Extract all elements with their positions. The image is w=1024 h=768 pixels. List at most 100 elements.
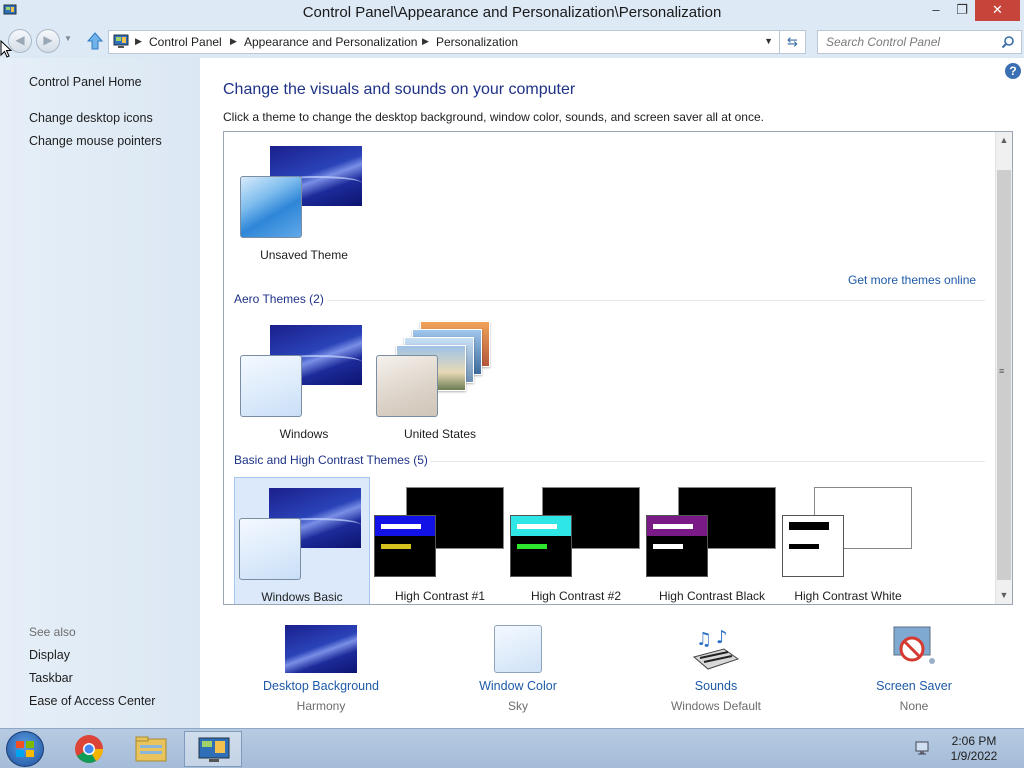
scrollbar-grip-icon: ≡ [999,366,1005,376]
theme-name: United States [403,427,477,441]
theme-name: Windows [279,427,329,441]
close-button[interactable]: ✕ [975,0,1020,21]
back-arrow-icon: ◀ [15,33,25,47]
page-description: Click a theme to change the desktop back… [223,110,764,124]
theme-high-contrast-2[interactable]: High Contrast #2 [508,477,644,603]
theme-color-swatch [240,176,302,238]
folder-icon [135,736,167,762]
change-desktop-icons-link[interactable]: Change desktop icons [29,111,153,125]
sidebar: Control Panel Home Change desktop icons … [0,58,200,728]
window-color-icon [494,625,542,673]
aero-themes-heading: Aero Themes (2) [234,292,324,306]
setting-label[interactable]: Sounds [636,679,796,693]
theme-color-swatch [646,515,708,577]
main-content: ? Change the visuals and sounds on your … [200,58,1024,728]
refresh-button[interactable]: ⇆ [780,30,806,54]
search-box[interactable] [817,30,1022,54]
theme-color-swatch [239,518,301,580]
forward-arrow-icon: ▶ [43,33,53,47]
svg-text:♪: ♪ [716,627,728,648]
theme-windows[interactable]: Windows [236,315,372,441]
theme-united-states[interactable]: United States [372,315,508,441]
window-title: Control Panel\Appearance and Personaliza… [302,4,722,21]
themes-scrollbar[interactable]: ▲ ≡ ▼ [995,132,1012,604]
theme-name: High Contrast #2 [530,589,622,603]
basic-themes-heading: Basic and High Contrast Themes (5) [234,453,428,467]
theme-color-swatch [376,355,438,417]
setting-value: Sky [507,699,528,713]
setting-label[interactable]: Screen Saver [834,679,994,693]
breadcrumb-separator-icon[interactable]: ▶ [230,36,237,47]
theme-high-contrast-white[interactable]: High Contrast White [780,477,916,603]
sounds-setting[interactable]: ♫ ♪ Sounds Windows Default [636,623,796,718]
screen-saver-icon [893,626,935,664]
theme-high-contrast-black[interactable]: High Contrast Black [644,477,780,603]
theme-color-swatch [782,515,844,577]
theme-name: Unsaved Theme [260,248,348,262]
see-also-heading: See also [29,625,76,639]
mouse-cursor-icon [0,40,12,58]
theme-name: Windows Basic [261,590,343,604]
address-bar[interactable]: ▶ Control Panel ▶ Appearance and Persona… [108,30,780,54]
theme-name: High Contrast Black [658,589,766,603]
setting-value: None [899,699,929,713]
setting-value: Windows Default [670,699,762,713]
scroll-down-icon[interactable]: ▼ [996,587,1012,604]
themes-list[interactable]: Unsaved Theme Get more themes online Aer… [223,131,1013,605]
desktop-background-setting[interactable]: Desktop Background Harmony [241,623,401,718]
breadcrumb-separator-icon[interactable]: ▶ [422,36,429,47]
sounds-icon: ♫ ♪ [692,627,740,670]
window-color-setting[interactable]: Window Color Sky [438,623,598,718]
ease-of-access-center-link[interactable]: Ease of Access Center [29,694,155,708]
theme-windows-basic[interactable]: Windows Basic [234,477,370,604]
clock-date: 1/9/2022 [950,749,998,763]
theme-name: High Contrast White [794,589,902,603]
screen-saver-setting[interactable]: Screen Saver None [834,623,994,718]
setting-label[interactable]: Desktop Background [241,679,401,693]
theme-name: High Contrast #1 [394,589,486,603]
maximize-button[interactable]: ❐ [949,0,975,21]
breadcrumb-personalization[interactable]: Personalization [436,35,518,49]
navigation-bar: ◀ ▶ ▼ ▶ Control Panel ▶ Appearance and P… [0,26,1024,56]
refresh-icon: ⇆ [787,34,798,49]
breadcrumb-control-panel[interactable]: Control Panel [149,35,222,49]
svg-text:♫: ♫ [696,629,712,650]
change-mouse-pointers-link[interactable]: Change mouse pointers [29,134,162,148]
divider [327,300,985,301]
address-dropdown-icon[interactable]: ▼ [764,36,773,46]
control-panel-home-link[interactable]: Control Panel Home [29,75,142,89]
theme-color-swatch [240,355,302,417]
taskbar-file-explorer[interactable] [122,731,180,767]
network-tray-icon[interactable] [914,739,932,757]
taskbar: 2:06 PM 1/9/2022 [0,728,1024,768]
setting-value: Harmony [296,699,346,713]
theme-high-contrast-1[interactable]: High Contrast #1 [372,477,508,603]
scroll-up-icon[interactable]: ▲ [996,132,1012,149]
theme-color-swatch [374,515,436,577]
help-icon[interactable]: ? [1005,63,1021,79]
desktop-background-icon [285,625,357,673]
up-arrow-icon[interactable] [86,31,104,51]
breadcrumb-appearance[interactable]: Appearance and Personalization [244,35,417,49]
recent-pages-dropdown-icon[interactable]: ▼ [64,34,72,43]
clock-time: 2:06 PM [951,734,997,748]
theme-unsaved[interactable]: Unsaved Theme [236,136,372,262]
display-link[interactable]: Display [29,648,70,662]
minimize-button[interactable]: – [923,0,949,21]
search-icon[interactable] [1001,35,1015,49]
theme-color-swatch [510,515,572,577]
start-button[interactable] [6,731,44,767]
get-more-themes-link[interactable]: Get more themes online [848,273,976,287]
search-input[interactable] [826,35,996,49]
taskbar-control-panel[interactable] [184,731,242,767]
title-bar: Control Panel\Appearance and Personaliza… [0,0,1024,26]
setting-label[interactable]: Window Color [438,679,598,693]
system-clock[interactable]: 2:06 PM 1/9/2022 [942,734,1006,764]
page-title: Change the visuals and sounds on your co… [223,81,576,98]
control-panel-icon [198,737,230,762]
breadcrumb-separator-icon[interactable]: ▶ [135,36,142,47]
taskbar-link[interactable]: Taskbar [29,671,73,685]
taskbar-chrome[interactable] [60,731,118,767]
chrome-icon [75,735,103,763]
forward-button[interactable]: ▶ [36,29,60,53]
